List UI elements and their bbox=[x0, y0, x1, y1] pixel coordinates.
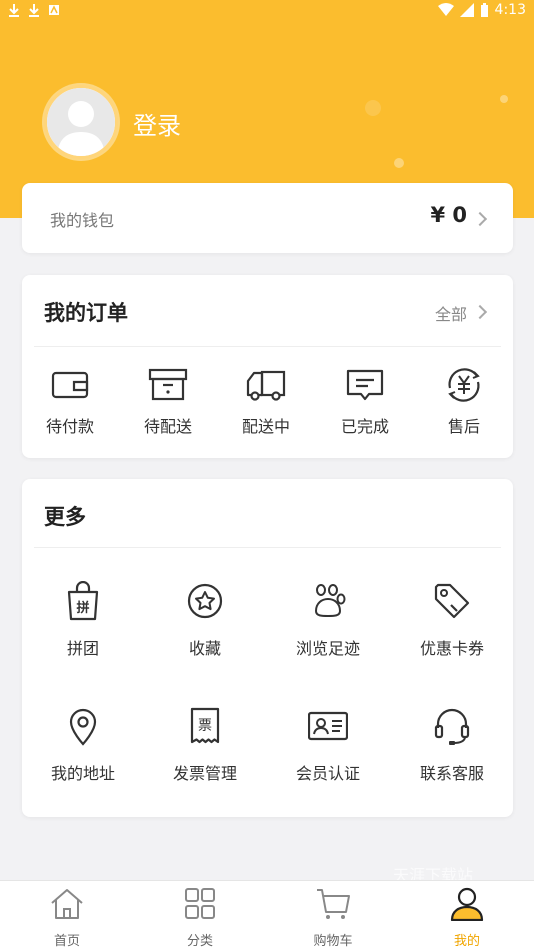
more-item-history[interactable]: 浏览足迹 bbox=[267, 581, 389, 671]
more-card: 更多 拼 拼团 收藏 浏览足迹 优惠卡券 我的地址 票 发票管理 会员认证 联系… bbox=[22, 479, 513, 817]
paw-print-icon bbox=[314, 584, 346, 617]
grid-icon bbox=[185, 888, 215, 919]
home-icon bbox=[51, 889, 83, 919]
avatar[interactable] bbox=[44, 85, 118, 159]
order-item-label: 配送中 bbox=[241, 417, 290, 436]
more-item-label: 拼团 bbox=[66, 639, 99, 658]
location-pin-icon bbox=[69, 708, 97, 746]
order-pending-delivery[interactable]: 待配送 bbox=[120, 367, 216, 437]
tab-cart[interactable]: 购物车 bbox=[283, 887, 383, 948]
star-circle-icon bbox=[187, 583, 223, 619]
tab-home[interactable]: 首页 bbox=[17, 887, 117, 948]
group-buy-icon-text: 拼 bbox=[76, 600, 89, 616]
battery-icon bbox=[480, 2, 488, 17]
invoice-icon: 票 bbox=[190, 707, 220, 744]
more-item-address[interactable]: 我的地址 bbox=[22, 706, 144, 796]
chevron-right-icon bbox=[472, 211, 488, 227]
bottom-tab-bar: 首页 分类 购物车 我的 bbox=[0, 880, 534, 948]
more-item-customer-service[interactable]: 联系客服 bbox=[391, 706, 513, 796]
orders-title: 我的订单 bbox=[44, 301, 128, 325]
app-notification-icon bbox=[49, 5, 59, 15]
more-item-label: 我的地址 bbox=[50, 764, 115, 783]
id-card-icon bbox=[307, 711, 349, 741]
divider bbox=[34, 547, 501, 548]
decor-bubble bbox=[394, 158, 404, 168]
group-buy-bag-icon: 拼 bbox=[67, 580, 99, 621]
tab-label: 购物车 bbox=[313, 934, 353, 948]
more-item-membership[interactable]: 会员认证 bbox=[267, 706, 389, 796]
archive-box-icon bbox=[148, 368, 188, 401]
status-bar: 4:13 bbox=[0, 0, 534, 24]
order-after-sales[interactable]: 售后 bbox=[416, 367, 512, 437]
tab-category[interactable]: 分类 bbox=[150, 887, 250, 948]
more-item-label: 会员认证 bbox=[295, 764, 360, 783]
download-icon bbox=[9, 4, 19, 17]
message-box-icon bbox=[346, 369, 384, 401]
more-item-coupons[interactable]: 优惠卡券 bbox=[391, 581, 513, 671]
orders-all-link[interactable]: 全部 bbox=[435, 301, 467, 325]
more-item-label: 浏览足迹 bbox=[295, 639, 360, 658]
chevron-right-icon bbox=[472, 304, 488, 320]
decor-bubble bbox=[365, 100, 381, 116]
status-time: 4:13 bbox=[494, 2, 526, 18]
more-item-label: 发票管理 bbox=[172, 764, 237, 783]
tab-label: 首页 bbox=[53, 934, 80, 948]
wallet-icon bbox=[51, 371, 89, 399]
order-pending-payment[interactable]: 待付款 bbox=[22, 367, 118, 437]
wallet-row[interactable]: 我的钱包 ¥ 0 bbox=[22, 183, 513, 253]
order-item-label: 已完成 bbox=[340, 417, 389, 436]
order-item-label: 售后 bbox=[447, 417, 480, 436]
headset-icon bbox=[434, 708, 470, 745]
download-icon bbox=[29, 4, 39, 17]
refund-yuan-icon bbox=[448, 368, 480, 402]
divider bbox=[34, 346, 501, 347]
cart-icon bbox=[317, 889, 350, 919]
order-item-label: 待配送 bbox=[143, 417, 192, 436]
default-avatar-icon bbox=[47, 88, 115, 156]
more-item-invoice[interactable]: 票 发票管理 bbox=[144, 706, 266, 796]
order-completed[interactable]: 已完成 bbox=[317, 367, 413, 437]
order-item-label: 待付款 bbox=[45, 417, 94, 436]
more-title: 更多 bbox=[44, 505, 86, 529]
tab-mine[interactable]: 我的 bbox=[417, 887, 517, 948]
more-item-label: 联系客服 bbox=[419, 764, 484, 783]
more-item-label: 收藏 bbox=[188, 639, 221, 658]
more-item-group-buy[interactable]: 拼 拼团 bbox=[22, 580, 144, 671]
wallet-label: 我的钱包 bbox=[50, 211, 115, 230]
orders-card: 我的订单 全部 待付款 待配送 配送中 已完成 售后 bbox=[22, 275, 513, 458]
invoice-icon-text: 票 bbox=[198, 718, 212, 734]
order-in-delivery[interactable]: 配送中 bbox=[218, 367, 314, 437]
decor-bubble bbox=[500, 95, 508, 103]
tab-label: 我的 bbox=[453, 934, 480, 948]
coupon-tag-icon bbox=[434, 583, 470, 619]
signal-icon bbox=[459, 3, 474, 17]
wallet-balance: ¥ 0 bbox=[430, 203, 467, 227]
tab-label: 分类 bbox=[186, 934, 213, 948]
more-item-favorites[interactable]: 收藏 bbox=[144, 581, 266, 671]
delivery-truck-icon bbox=[246, 370, 286, 401]
more-item-label: 优惠卡券 bbox=[419, 639, 484, 658]
user-icon bbox=[450, 887, 484, 922]
wifi-icon bbox=[437, 3, 454, 16]
login-link[interactable]: 登录 bbox=[133, 106, 181, 141]
